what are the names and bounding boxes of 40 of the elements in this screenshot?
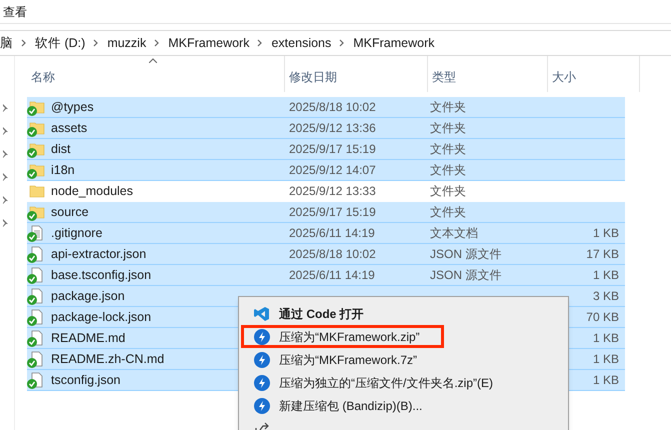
file-type: 文件夹 <box>430 205 466 219</box>
modified-date: 2025/9/17 15:19 <box>289 205 376 219</box>
file-name: package.json <box>51 288 125 305</box>
file-size: 3 KB <box>592 288 619 305</box>
file-name: tsconfig.json <box>51 372 120 389</box>
file-size: 17 KB <box>586 246 619 263</box>
file-type: 文件夹 <box>430 121 466 135</box>
file-name: README.md <box>51 330 126 347</box>
file-name: README.zh-CN.md <box>51 350 164 368</box>
file-type: 文本文档 <box>430 226 478 240</box>
modified-date: 2025/9/17 15:19 <box>289 142 376 156</box>
file-type: 文件夹 <box>430 142 466 156</box>
modified-date: 2025/9/12 13:33 <box>289 184 376 198</box>
file-size: 1 KB <box>592 351 619 368</box>
file-name: node_modules <box>51 182 134 200</box>
modified-date: 2025/9/12 14:07 <box>289 163 376 177</box>
file-name: base.tsconfig.json <box>51 266 152 284</box>
file-size: 1 KB <box>592 267 619 284</box>
modified-date: 2025/6/11 14:19 <box>289 226 375 240</box>
file-type: JSON 源文件 <box>430 247 502 261</box>
file-type: 文件夹 <box>430 100 466 114</box>
modified-date: 2025/6/11 14:19 <box>289 268 375 282</box>
file-type: 文件夹 <box>430 163 466 177</box>
modified-date: 2025/8/18 10:02 <box>289 100 376 114</box>
file-name: .gitignore <box>51 224 102 242</box>
file-name: @types <box>51 98 94 116</box>
file-name: i18n <box>51 162 75 179</box>
file-type: 文件夹 <box>430 184 466 198</box>
file-name: package-lock.json <box>51 308 152 326</box>
file-size: 1 KB <box>592 372 619 389</box>
file-type: JSON 源文件 <box>430 268 502 282</box>
file-name: assets <box>51 120 88 137</box>
file-size: 1 KB <box>592 225 619 242</box>
file-name: dist <box>51 140 70 158</box>
file-size: 1 KB <box>592 330 619 347</box>
file-size: 70 KB <box>586 309 619 326</box>
file-name: api-extractor.json <box>51 246 146 263</box>
file-name: source <box>51 204 89 221</box>
modified-date: 2025/9/12 13:36 <box>289 121 376 135</box>
modified-date: 2025/8/18 10:02 <box>289 247 376 261</box>
